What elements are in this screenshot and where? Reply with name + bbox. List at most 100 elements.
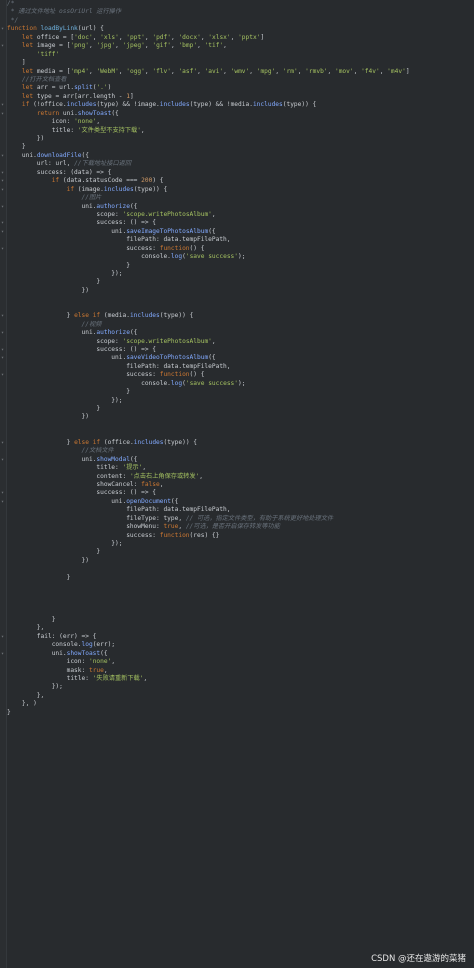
code-line[interactable]: //打开文档查看 [7, 76, 474, 84]
code-line[interactable]: } [7, 574, 474, 582]
fold-arrow-icon[interactable]: ▾ [0, 346, 5, 354]
fold-arrow-icon[interactable]: ▾ [0, 329, 5, 337]
code-line[interactable]: //视频 [7, 321, 474, 329]
fold-arrow-icon[interactable]: ▾ [0, 371, 5, 379]
fold-arrow-icon[interactable]: ▾ [0, 633, 5, 641]
code-line[interactable]: ▾ success: (data) => { [1, 169, 474, 177]
code-line[interactable]: } [7, 262, 474, 270]
code-line[interactable]: }); [7, 683, 474, 691]
fold-arrow-icon[interactable]: ▾ [0, 203, 5, 211]
fold-arrow-icon[interactable]: ▾ [0, 110, 5, 118]
code-area[interactable]: /* * 通过文件地址 ossOriUrl 运行操作 */▾ function l… [1, 0, 474, 717]
code-line[interactable] [7, 591, 474, 599]
code-line[interactable]: } [7, 616, 474, 624]
code-line[interactable]: filePath: data.tempFilePath, [7, 363, 474, 371]
code-line[interactable]: ▾ function loadByLink(url) { [1, 25, 474, 33]
code-line[interactable]: }); [7, 540, 474, 548]
code-line[interactable]: scope: 'scope.writePhotosAlbum', [7, 338, 474, 346]
code-line[interactable]: fileType: type, // 可选，指定文件类型，有助于系统更好地处理文… [7, 515, 474, 523]
code-line[interactable]: }); [7, 270, 474, 278]
code-line[interactable]: ▾ success: () => { [1, 219, 474, 227]
code-line[interactable] [7, 608, 474, 616]
code-line[interactable] [7, 582, 474, 590]
code-line[interactable]: ▾ success: () => { [1, 489, 474, 497]
code-line[interactable]: ▾ } else if (media.includes(type)) { [1, 312, 474, 320]
code-line[interactable]: }, [7, 624, 474, 632]
code-line[interactable]: filePath: data.tempFilePath, [7, 506, 474, 514]
code-line[interactable]: let office = ['doc', 'xls', 'ppt', 'pdf'… [7, 34, 474, 42]
code-line[interactable]: 'tiff' [7, 51, 474, 59]
code-line[interactable]: let media = ['mp4', 'WebM', 'ogg', 'flv'… [7, 68, 474, 76]
code-line[interactable]: title: '文件类型不支持下载', [7, 127, 474, 135]
code-line[interactable]: ▾ uni.authorize({ [1, 203, 474, 211]
fold-arrow-icon[interactable]: ▾ [0, 152, 5, 160]
code-line[interactable]: } [7, 709, 474, 717]
code-line[interactable]: ▾ success: function() { [1, 245, 474, 253]
fold-arrow-icon[interactable]: ▾ [0, 186, 5, 194]
code-line[interactable]: icon: 'none', [7, 118, 474, 126]
code-line[interactable]: }) [7, 413, 474, 421]
code-line[interactable]: } [7, 405, 474, 413]
fold-arrow-icon[interactable]: ▾ [0, 498, 5, 506]
code-line[interactable]: ▾ if (!office.includes(type) && !image.i… [1, 101, 474, 109]
code-line[interactable]: success: function(res) {} [7, 532, 474, 540]
fold-arrow-icon[interactable]: ▾ [0, 245, 5, 253]
code-line[interactable]: showCancel: false, [7, 481, 474, 489]
fold-arrow-icon[interactable]: ▾ [0, 177, 5, 185]
code-line[interactable]: } [7, 143, 474, 151]
fold-arrow-icon[interactable]: ▾ [0, 25, 5, 33]
code-line[interactable]: ▾ uni.saveImageToPhotosAlbum({ [1, 228, 474, 236]
code-line[interactable]: }); [7, 397, 474, 405]
code-line[interactable]: }) [7, 287, 474, 295]
code-line[interactable]: */ [7, 17, 474, 25]
code-line[interactable]: } [7, 278, 474, 286]
code-line[interactable]: * 通过文件地址 ossOriUrl 运行操作 [7, 8, 474, 16]
code-line[interactable]: url: url, //下载地址接口返回 [7, 160, 474, 168]
code-line[interactable]: ▾ let image = ['png', 'jpg', 'jpeg', 'gi… [1, 42, 474, 50]
fold-arrow-icon[interactable]: ▾ [0, 101, 5, 109]
code-line[interactable] [7, 599, 474, 607]
code-line[interactable]: let type = arr[arr.length - 1] [7, 93, 474, 101]
code-line[interactable]: title: '失败请重新下载', [7, 675, 474, 683]
code-line[interactable]: ▾ uni.saveVideoToPhotosAlbum({ [1, 354, 474, 362]
code-line[interactable]: ] [7, 59, 474, 67]
code-line[interactable]: console.log('save success'); [7, 253, 474, 261]
code-line[interactable]: showMenu: true, //可选，是否开启保存转发等功能 [7, 523, 474, 531]
code-line[interactable]: //文档文件 [7, 447, 474, 455]
code-line[interactable]: ▾ return uni.showToast({ [1, 110, 474, 118]
code-line[interactable]: ▾ uni.showModal({ [1, 456, 474, 464]
fold-arrow-icon[interactable]: ▾ [0, 42, 5, 50]
code-line[interactable]: }, ) [7, 700, 474, 708]
code-line[interactable]: console.log('save success'); [7, 380, 474, 388]
code-line[interactable]: ▾ uni.showToast({ [1, 650, 474, 658]
code-line[interactable]: }) [7, 557, 474, 565]
code-line[interactable]: mask: true, [7, 667, 474, 675]
code-line[interactable]: filePath: data.tempFilePath, [7, 236, 474, 244]
code-line[interactable]: ▾ fail: (err) => { [1, 633, 474, 641]
code-line[interactable]: scope: 'scope.writePhotosAlbum', [7, 211, 474, 219]
code-editor[interactable]: /* * 通过文件地址 ossOriUrl 运行操作 */▾ function l… [0, 0, 474, 968]
code-line[interactable] [7, 295, 474, 303]
code-line[interactable]: //图片 [7, 194, 474, 202]
code-line[interactable]: ▾ uni.authorize({ [1, 329, 474, 337]
fold-arrow-icon[interactable]: ▾ [0, 228, 5, 236]
code-line[interactable]: ▾ success: () => { [1, 346, 474, 354]
code-line[interactable]: ▾ if (image.includes(type)) { [1, 186, 474, 194]
fold-arrow-icon[interactable]: ▾ [0, 312, 5, 320]
code-line[interactable] [7, 565, 474, 573]
code-line[interactable]: let arr = url.split('.') [7, 84, 474, 92]
code-line[interactable]: title: '提示', [7, 464, 474, 472]
fold-arrow-icon[interactable]: ▾ [0, 650, 5, 658]
code-line[interactable]: ▾ } else if (office.includes(type)) { [1, 439, 474, 447]
fold-arrow-icon[interactable]: ▾ [0, 439, 5, 447]
code-line[interactable]: ▾ uni.openDocument({ [1, 498, 474, 506]
code-line[interactable]: console.log(err); [7, 641, 474, 649]
fold-arrow-icon[interactable]: ▾ [0, 456, 5, 464]
fold-arrow-icon[interactable]: ▾ [0, 219, 5, 227]
fold-arrow-icon[interactable]: ▾ [0, 354, 5, 362]
code-line[interactable] [7, 304, 474, 312]
code-line[interactable]: ▾ if (data.statusCode === 200) { [1, 177, 474, 185]
code-line[interactable]: }, [7, 692, 474, 700]
code-line[interactable] [7, 422, 474, 430]
code-line[interactable]: } [7, 388, 474, 396]
